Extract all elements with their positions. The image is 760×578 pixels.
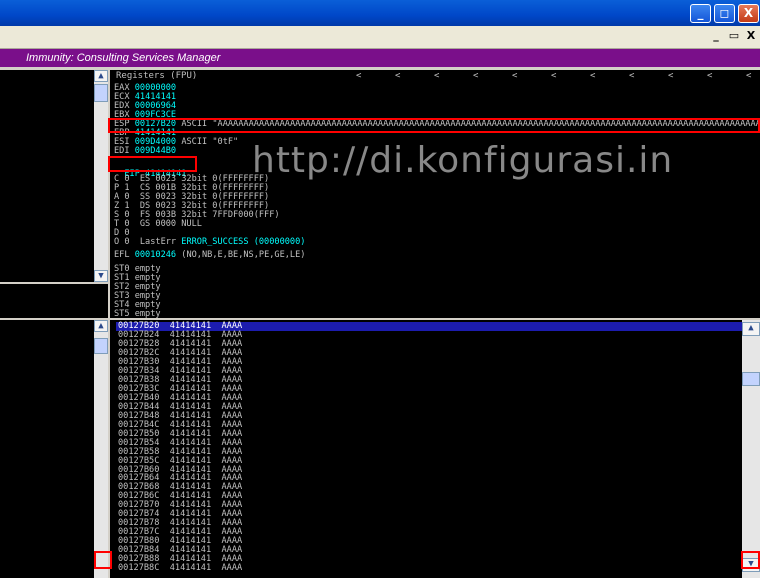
scroll-down-arrow-icon[interactable]: ▼ <box>94 270 108 282</box>
dump-pane[interactable] <box>0 320 94 578</box>
esp-highlight-box <box>108 118 760 133</box>
efl-line: EFL 00010246 (NO,NB,E,BE,NS,PE,GE,LE) <box>114 250 306 260</box>
registers-title: Registers (FPU) <box>116 71 198 81</box>
scroll-highlight-box-left <box>94 551 112 569</box>
scroll-up-arrow-icon[interactable]: ▲ <box>94 70 108 82</box>
mdi-restore-button[interactable]: ▭ <box>726 29 742 43</box>
window-title-bar: _ ◻ X <box>0 0 760 26</box>
header-arrow-icon[interactable]: < <box>629 70 634 82</box>
eip-highlight-box <box>108 156 197 172</box>
info-pane <box>0 284 108 318</box>
scroll-thumb[interactable] <box>742 372 760 386</box>
app-title: Immunity: Consulting Services Manager <box>26 52 221 64</box>
registers-header: Registers (FPU) < < < < < < < < < < < <box>112 70 760 82</box>
mdi-control-bar: _ ▭ X <box>0 26 760 49</box>
disassembly-pane[interactable] <box>0 70 94 282</box>
mdi-close-button[interactable]: X <box>743 29 759 43</box>
header-arrow-icon[interactable]: < <box>707 70 712 82</box>
fpu-register-line: ST5 empty <box>114 309 161 319</box>
scroll-highlight-box-right <box>741 551 760 569</box>
scroll-up-arrow-icon[interactable]: ▲ <box>94 320 108 332</box>
scroll-thumb[interactable] <box>94 338 108 354</box>
scroll-thumb[interactable] <box>94 84 108 102</box>
stack-row[interactable]: 00127B8C 41414141 AAAA <box>118 564 242 573</box>
header-arrow-icon[interactable]: < <box>434 70 439 82</box>
disassembly-scrollbar[interactable]: ▲ ▼ <box>94 70 108 282</box>
header-arrow-icon[interactable]: < <box>746 70 751 82</box>
header-arrow-icon[interactable]: < <box>356 70 361 82</box>
header-arrow-icon[interactable]: < <box>668 70 673 82</box>
header-arrow-icon[interactable]: < <box>590 70 595 82</box>
dump-scrollbar[interactable]: ▲ <box>94 320 108 578</box>
close-button[interactable]: X <box>738 4 759 23</box>
mdi-minimize-button[interactable]: _ <box>708 29 724 43</box>
scroll-up-arrow-icon[interactable]: ▲ <box>742 322 760 336</box>
maximize-button[interactable]: ◻ <box>714 4 735 23</box>
stack-scrollbar[interactable]: ▲ ▼ <box>742 320 760 578</box>
watermark-text: http://di.konfigurasi.in <box>252 140 674 181</box>
register-edi[interactable]: EDI 009D44B0 <box>114 147 181 156</box>
header-arrow-icon[interactable]: < <box>512 70 517 82</box>
header-arrow-icon[interactable]: < <box>395 70 400 82</box>
lasterr-line: O 0 LastErr ERROR_SUCCESS (00000000) <box>114 237 306 247</box>
header-arrow-icon[interactable]: < <box>551 70 556 82</box>
header-arrow-icon[interactable]: < <box>473 70 478 82</box>
minimize-button[interactable]: _ <box>690 4 711 23</box>
app-title-bar: Immunity: Consulting Services Manager <box>0 49 760 67</box>
